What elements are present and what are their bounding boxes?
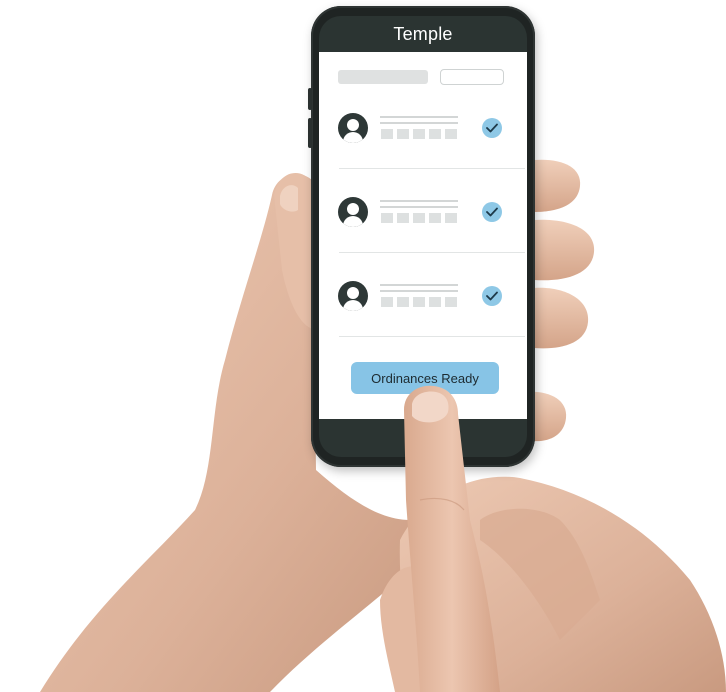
- name-placeholder: [380, 116, 458, 118]
- photo-scene: Temple Ordinances Ready: [0, 0, 726, 692]
- detail-placeholder: [429, 213, 441, 223]
- name-placeholder: [380, 122, 458, 124]
- divider: [339, 252, 525, 253]
- detail-placeholder: [381, 129, 393, 139]
- divider: [339, 168, 525, 169]
- detail-placeholder: [445, 129, 457, 139]
- list-item[interactable]: [335, 264, 527, 337]
- list-item[interactable]: [335, 96, 527, 169]
- name-placeholder: [380, 284, 458, 286]
- divider: [339, 336, 525, 337]
- volume-button: [308, 88, 312, 110]
- filter-button[interactable]: [440, 69, 504, 85]
- app-header: Temple: [319, 16, 527, 52]
- name-placeholder: [380, 206, 458, 208]
- detail-placeholder: [397, 297, 409, 307]
- detail-placeholder: [381, 213, 393, 223]
- ordinances-ready-button[interactable]: Ordinances Ready: [351, 362, 499, 394]
- person-icon: [338, 281, 368, 311]
- page-title: Temple: [393, 23, 453, 44]
- detail-placeholder: [445, 213, 457, 223]
- detail-placeholder: [397, 213, 409, 223]
- detail-placeholder: [397, 129, 409, 139]
- person-icon: [338, 113, 368, 143]
- detail-placeholder: [413, 213, 425, 223]
- detail-placeholder: [413, 297, 425, 307]
- app-footer: [319, 419, 527, 457]
- checkmark-icon[interactable]: [482, 286, 502, 306]
- detail-placeholder: [429, 297, 441, 307]
- detail-placeholder: [429, 129, 441, 139]
- detail-placeholder: [381, 297, 393, 307]
- volume-button: [308, 118, 312, 148]
- search-bar[interactable]: [338, 70, 428, 84]
- checkmark-icon[interactable]: [482, 202, 502, 222]
- person-icon: [338, 197, 368, 227]
- detail-placeholder: [413, 129, 425, 139]
- detail-placeholder: [445, 297, 457, 307]
- checkmark-icon[interactable]: [482, 118, 502, 138]
- list-item[interactable]: [335, 180, 527, 253]
- name-placeholder: [380, 200, 458, 202]
- name-placeholder: [380, 290, 458, 292]
